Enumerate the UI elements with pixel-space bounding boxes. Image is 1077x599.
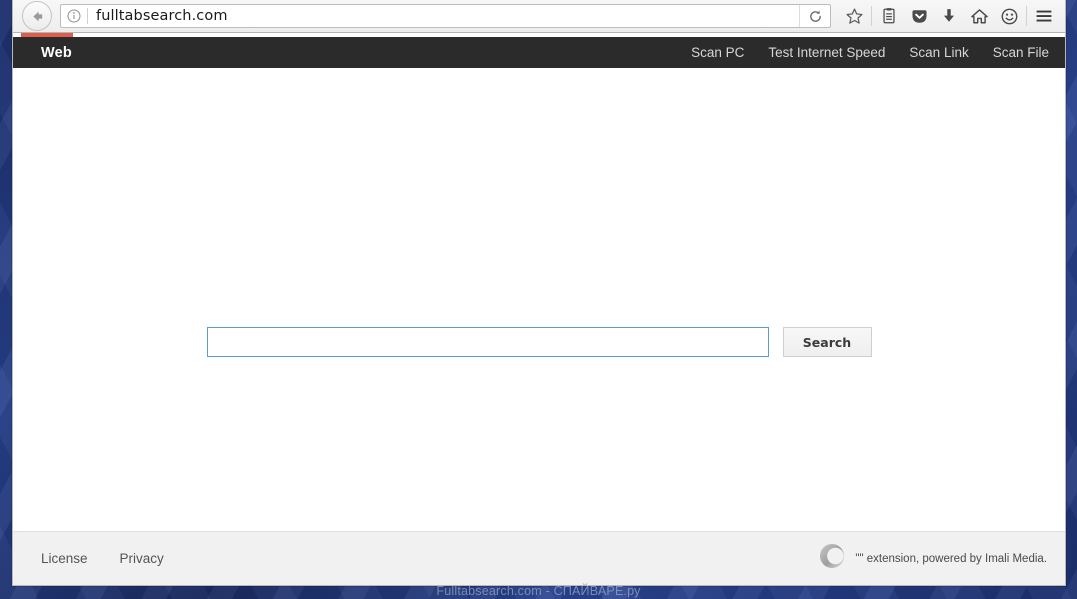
window-bottom-title-text: Fulltabsearch.com - СПАЙВАРЕ.ру xyxy=(436,584,641,598)
back-button[interactable] xyxy=(22,1,52,31)
footer-link-privacy[interactable]: Privacy xyxy=(120,551,164,566)
crescent-ring-logo-icon xyxy=(816,540,848,577)
site-header: Web Scan PC Test Internet Speed Scan Lin… xyxy=(13,37,1065,68)
hamburger-menu-icon[interactable] xyxy=(1029,2,1059,30)
site-footer: License Privacy "" extension, powered by… xyxy=(13,531,1065,585)
toolbar-divider xyxy=(871,6,872,26)
browser-navigation-toolbar: fulltabsearch.com xyxy=(13,0,1065,33)
page-content: Web Scan PC Test Internet Speed Scan Lin… xyxy=(13,33,1065,585)
back-arrow-icon xyxy=(32,11,42,21)
reload-icon[interactable] xyxy=(799,5,830,27)
pocket-icon[interactable] xyxy=(904,2,934,30)
downloads-icon[interactable] xyxy=(934,2,964,30)
info-circle-icon[interactable] xyxy=(61,9,87,23)
desktop-background: fulltabsearch.com Web Scan PC Test Inter… xyxy=(0,0,1077,599)
nav-item-scan-file[interactable]: Scan File xyxy=(993,45,1049,60)
url-bar[interactable]: fulltabsearch.com xyxy=(60,4,831,28)
url-text[interactable]: fulltabsearch.com xyxy=(88,8,799,24)
nav-item-test-internet-speed[interactable]: Test Internet Speed xyxy=(768,45,885,60)
site-logo: Web xyxy=(41,44,72,61)
library-icon[interactable] xyxy=(874,2,904,30)
search-button[interactable]: Search xyxy=(782,327,872,357)
footer-links: License Privacy xyxy=(41,551,164,566)
footer-branding: "" extension, powered by Imali Media. xyxy=(816,540,1047,577)
footer-link-license[interactable]: License xyxy=(41,551,88,566)
footer-credit-text: "" extension, powered by Imali Media. xyxy=(855,552,1047,565)
search-area: Search xyxy=(13,327,1065,357)
home-icon[interactable] xyxy=(964,2,994,30)
search-input[interactable] xyxy=(206,327,769,357)
bookmark-star-icon[interactable] xyxy=(839,2,869,30)
synced-tabs-smiley-icon[interactable] xyxy=(994,2,1024,30)
site-navigation: Scan PC Test Internet Speed Scan Link Sc… xyxy=(691,45,1049,60)
nav-item-scan-link[interactable]: Scan Link xyxy=(909,45,968,60)
browser-window: fulltabsearch.com Web Scan PC Test Inter… xyxy=(12,0,1066,586)
toolbar-divider-2 xyxy=(1026,6,1027,26)
nav-item-scan-pc[interactable]: Scan PC xyxy=(691,45,744,60)
